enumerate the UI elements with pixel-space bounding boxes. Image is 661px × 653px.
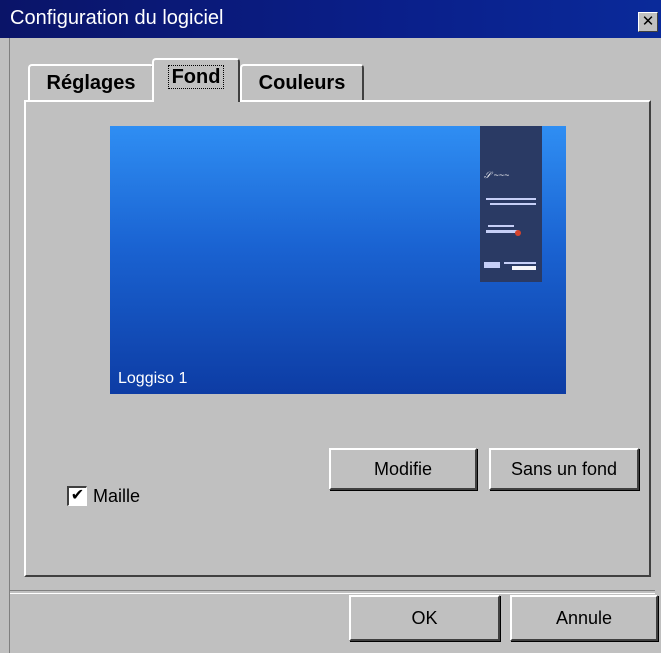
ok-button-label: OK bbox=[411, 608, 438, 628]
tab-label: Fond bbox=[167, 65, 225, 89]
separator bbox=[10, 590, 655, 594]
tab-fond[interactable]: Fond bbox=[152, 58, 240, 102]
logo-3 bbox=[484, 222, 540, 242]
svg-text:𝒮 ~~~: 𝒮 ~~~ bbox=[484, 170, 509, 180]
background-preview: 𝒮 ~~~ Loggiso 1 bbox=[110, 126, 566, 394]
cancel-button[interactable]: Annule bbox=[510, 595, 658, 641]
logo-strip: 𝒮 ~~~ bbox=[480, 126, 542, 282]
modify-button-label: Modifie bbox=[373, 459, 433, 479]
preview-caption: Loggiso 1 bbox=[118, 370, 188, 387]
close-button[interactable]: ✕ bbox=[638, 12, 658, 32]
ok-button[interactable]: OK bbox=[349, 595, 500, 641]
logo-2 bbox=[484, 194, 540, 212]
modify-button[interactable]: Modifie bbox=[329, 448, 477, 490]
window-left-edge bbox=[9, 38, 10, 653]
logo-4 bbox=[482, 258, 540, 276]
mesh-checkbox[interactable]: ✔ bbox=[67, 486, 87, 506]
close-icon: ✕ bbox=[641, 13, 655, 30]
tab-label: Réglages bbox=[46, 72, 136, 94]
window-title: Configuration du logiciel bbox=[10, 7, 224, 29]
checkmark-icon: ✔ bbox=[70, 487, 85, 504]
tab-couleurs[interactable]: Couleurs bbox=[240, 64, 364, 100]
title-bar[interactable]: Configuration du logiciel ✕ bbox=[0, 0, 661, 38]
logo-1: 𝒮 ~~~ bbox=[484, 168, 540, 184]
tab-label: Couleurs bbox=[258, 72, 346, 94]
mesh-checkbox-label[interactable]: Maille bbox=[93, 486, 140, 507]
tab-reglages[interactable]: Réglages bbox=[28, 64, 154, 100]
cancel-button-label: Annule bbox=[555, 608, 613, 628]
no-background-button-label: Sans un fond bbox=[510, 459, 618, 479]
no-background-button[interactable]: Sans un fond bbox=[489, 448, 639, 490]
